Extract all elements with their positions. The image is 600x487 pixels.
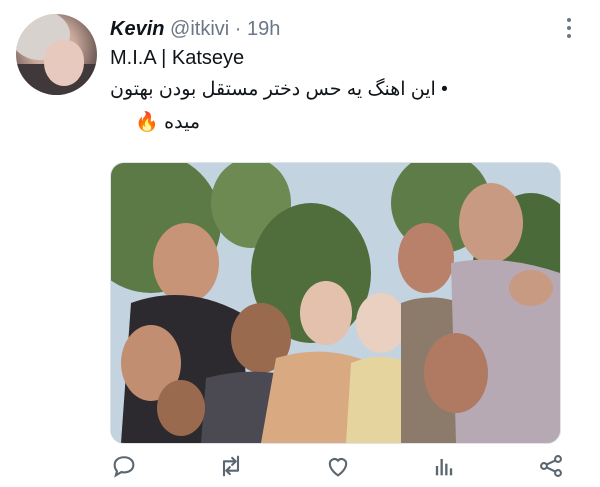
avatar-face xyxy=(44,40,84,86)
more-options-icon[interactable] xyxy=(566,18,572,40)
tweet-text-line-3-word: میده xyxy=(164,112,200,133)
author-name[interactable]: Kevin xyxy=(110,18,164,40)
retweet-icon[interactable] xyxy=(217,452,245,480)
like-icon[interactable] xyxy=(324,452,352,480)
header-separator: · xyxy=(234,18,242,40)
tweet-actions xyxy=(110,452,562,482)
tweet-text-line-3: میده 🔥 xyxy=(110,110,200,136)
tweet-card[interactable]: Kevin @itkivi · 19h M.I.A | Katseye • ای… xyxy=(0,0,600,487)
tweet-text-line-1: M.I.A | Katseye xyxy=(110,47,245,69)
views-icon[interactable] xyxy=(430,452,458,480)
timestamp[interactable]: 19h xyxy=(247,18,280,40)
reply-icon[interactable] xyxy=(110,452,138,480)
avatar[interactable] xyxy=(16,14,97,95)
tweet-text-line-2: • این اهنگ یه حس دختر مستقل بودن بهتون xyxy=(110,79,448,100)
photo-illustration xyxy=(111,163,560,443)
fire-emoji: 🔥 xyxy=(135,112,159,133)
author-handle[interactable]: @itkivi xyxy=(170,18,229,40)
tweet-header: Kevin @itkivi · 19h xyxy=(110,17,280,41)
share-icon[interactable] xyxy=(537,452,565,480)
tweet-photo[interactable] xyxy=(110,162,561,444)
